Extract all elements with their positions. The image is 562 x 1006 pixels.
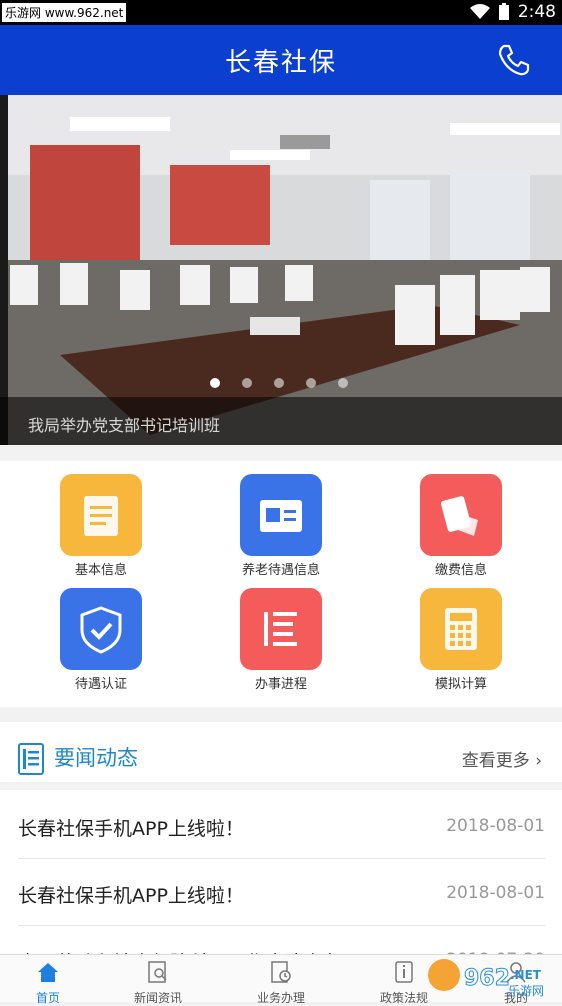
news-search-icon (148, 961, 167, 983)
service-label: 待遇认证 (74, 677, 127, 692)
news-item-date: 2018-08-01 (446, 883, 545, 903)
id-card-icon (240, 474, 322, 556)
carousel-dots (210, 378, 348, 388)
service-label: 办事进程 (254, 677, 307, 692)
svg-text:乐游网: 乐游网 (508, 984, 544, 998)
carousel-dot[interactable] (210, 378, 220, 388)
svg-text:.NET: .NET (510, 968, 542, 982)
news-item[interactable]: 长春社保手机APP上线啦！ 2018-08-01 (18, 792, 545, 859)
clock: 2:48 (517, 2, 556, 22)
service-pension-info[interactable]: 养老待遇信息 (191, 474, 371, 578)
see-more-link[interactable]: 查看更多 › (462, 746, 542, 771)
service-progress[interactable]: 办事进程 (191, 588, 371, 692)
document-info-icon (395, 961, 413, 983)
news-list-icon (18, 743, 44, 775)
service-label: 缴费信息 (434, 563, 487, 578)
chevron-right-icon: › (535, 751, 542, 771)
news-header: 要闻动态 查看更多 › (0, 722, 562, 782)
service-label: 基本信息 (74, 563, 127, 578)
carousel-dot[interactable] (306, 378, 316, 388)
svg-text:962: 962 (464, 966, 510, 991)
shield-check-icon (60, 588, 142, 670)
see-more-label: 查看更多 (461, 751, 530, 771)
news-item-title: 长春社保手机APP上线啦！ (18, 818, 244, 840)
tab-home[interactable]: 首页 (0, 955, 104, 1005)
news-section: 要闻动态 查看更多 › 长春社保手机APP上线啦！ 2018-08-01 长春社… (0, 722, 562, 974)
service-basic-info[interactable]: 基本信息 (11, 474, 191, 578)
clipboard-clock-icon (271, 961, 291, 983)
tab-label: 首页 (35, 991, 60, 1005)
news-item-title: 长春社保手机APP上线啦！ (18, 885, 244, 907)
service-payment-info[interactable]: 缴费信息 (371, 474, 551, 578)
card-hand-icon (420, 474, 502, 556)
home-icon (38, 963, 58, 982)
tab-news[interactable]: 新闻资讯 (102, 955, 214, 1005)
watermark-label: 乐游网 www.962.net (2, 3, 127, 22)
tab-business[interactable]: 业务办理 (225, 955, 337, 1005)
list-icon (240, 588, 322, 670)
services-grid: 基本信息 养老待遇信息 缴费信息 待遇认证 办事进程 模拟计算 (0, 461, 562, 707)
banner-caption: 我局举办党支部书记培训班 (0, 397, 562, 445)
tab-label: 新闻资讯 (133, 991, 182, 1005)
service-label: 模拟计算 (434, 677, 487, 692)
carousel-dot[interactable] (338, 378, 348, 388)
banner-photo (0, 95, 562, 445)
wifi-icon (469, 4, 490, 19)
calculator-icon (420, 588, 502, 670)
status-bar: 乐游网 www.962.net 2:48 (0, 0, 562, 25)
service-benefit-auth[interactable]: 待遇认证 (11, 588, 191, 692)
carousel-dot[interactable] (242, 378, 252, 388)
document-icon (60, 474, 142, 556)
watermark-logo: 962 .NET 乐游网 (428, 959, 544, 998)
battery-icon (498, 3, 509, 20)
phone-icon[interactable] (496, 42, 532, 78)
app-header: 长春社保 (0, 25, 562, 95)
service-label: 养老待遇信息 (241, 563, 320, 578)
news-item[interactable]: 长春社保手机APP上线啦！ 2018-08-01 (18, 859, 545, 926)
banner-carousel[interactable]: 我局举办党支部书记培训班 (0, 95, 562, 445)
tab-label: 业务办理 (256, 991, 305, 1005)
page-title: 长春社保 (224, 48, 337, 78)
news-item-date: 2018-08-01 (446, 816, 545, 836)
divider (0, 782, 562, 790)
service-calculator[interactable]: 模拟计算 (371, 588, 551, 692)
news-title: 要闻动态 (54, 746, 138, 770)
carousel-dot[interactable] (274, 378, 284, 388)
